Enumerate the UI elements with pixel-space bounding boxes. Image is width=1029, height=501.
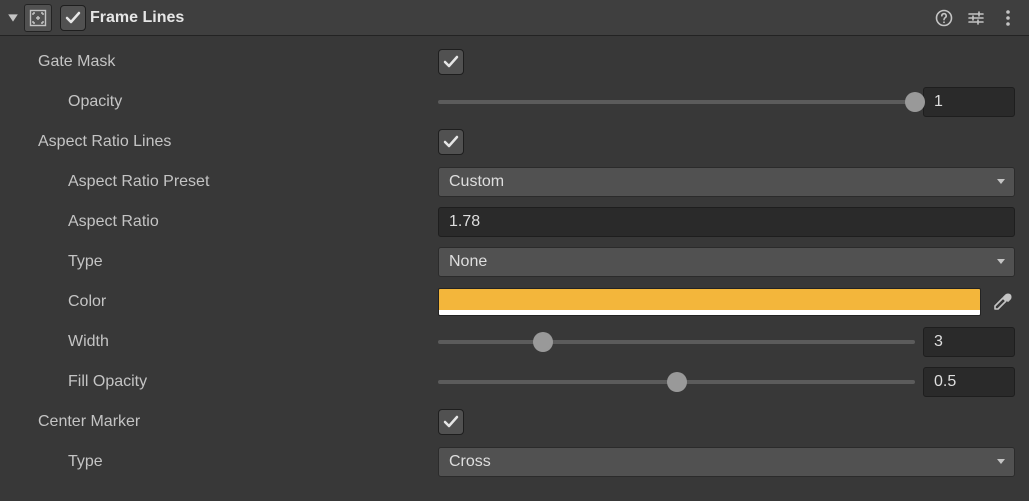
- fill-opacity-slider[interactable]: [438, 369, 915, 395]
- component-header: Frame Lines: [0, 0, 1029, 36]
- center-type-value: Cross: [449, 453, 491, 471]
- aspect-width-slider-thumb[interactable]: [533, 332, 553, 352]
- component-enable-checkbox[interactable]: [60, 5, 86, 31]
- aspect-width-slider[interactable]: [438, 329, 915, 355]
- fill-opacity-slider-thumb[interactable]: [667, 372, 687, 392]
- help-icon[interactable]: [931, 5, 957, 31]
- component-title: Frame Lines: [90, 9, 184, 27]
- aspect-width-label: Width: [8, 333, 438, 351]
- center-marker-checkbox[interactable]: [438, 409, 464, 435]
- panel-body: Gate Mask Opacity Aspect Ratio Lines Asp…: [0, 36, 1029, 492]
- foldout-toggle[interactable]: [6, 11, 20, 25]
- gate-mask-checkbox[interactable]: [438, 49, 464, 75]
- aspect-lines-label: Aspect Ratio Lines: [8, 133, 438, 151]
- center-type-dropdown[interactable]: Cross: [438, 447, 1015, 477]
- opacity-slider[interactable]: [438, 89, 915, 115]
- color-swatch-main: [439, 289, 980, 310]
- center-marker-label: Center Marker: [8, 413, 438, 431]
- aspect-preset-label: Aspect Ratio Preset: [8, 173, 438, 191]
- aspect-color-field[interactable]: [438, 288, 981, 316]
- center-type-label: Type: [8, 453, 438, 471]
- eyedropper-icon[interactable]: [989, 289, 1015, 315]
- aspect-preset-dropdown[interactable]: Custom: [438, 167, 1015, 197]
- opacity-input[interactable]: [923, 87, 1015, 117]
- opacity-slider-thumb[interactable]: [905, 92, 925, 112]
- color-swatch-alpha: [439, 310, 980, 315]
- aspect-ratio-input[interactable]: [438, 207, 1015, 237]
- chevron-down-icon: [996, 453, 1006, 471]
- aspect-ratio-label: Aspect Ratio: [8, 213, 438, 231]
- fill-opacity-input[interactable]: [923, 367, 1015, 397]
- presets-icon[interactable]: [963, 5, 989, 31]
- aspect-lines-checkbox[interactable]: [438, 129, 464, 155]
- fill-opacity-label: Fill Opacity: [8, 373, 438, 391]
- aspect-type-label: Type: [8, 253, 438, 271]
- aspect-color-label: Color: [8, 293, 438, 311]
- gate-mask-label: Gate Mask: [8, 53, 438, 71]
- chevron-down-icon: [996, 253, 1006, 271]
- aspect-preset-value: Custom: [449, 173, 504, 191]
- chevron-down-icon: [996, 173, 1006, 191]
- aspect-type-dropdown[interactable]: None: [438, 247, 1015, 277]
- aspect-type-value: None: [449, 253, 487, 271]
- opacity-label: Opacity: [8, 93, 438, 111]
- context-menu-icon[interactable]: [995, 5, 1021, 31]
- component-icon: [24, 4, 52, 32]
- aspect-width-input[interactable]: [923, 327, 1015, 357]
